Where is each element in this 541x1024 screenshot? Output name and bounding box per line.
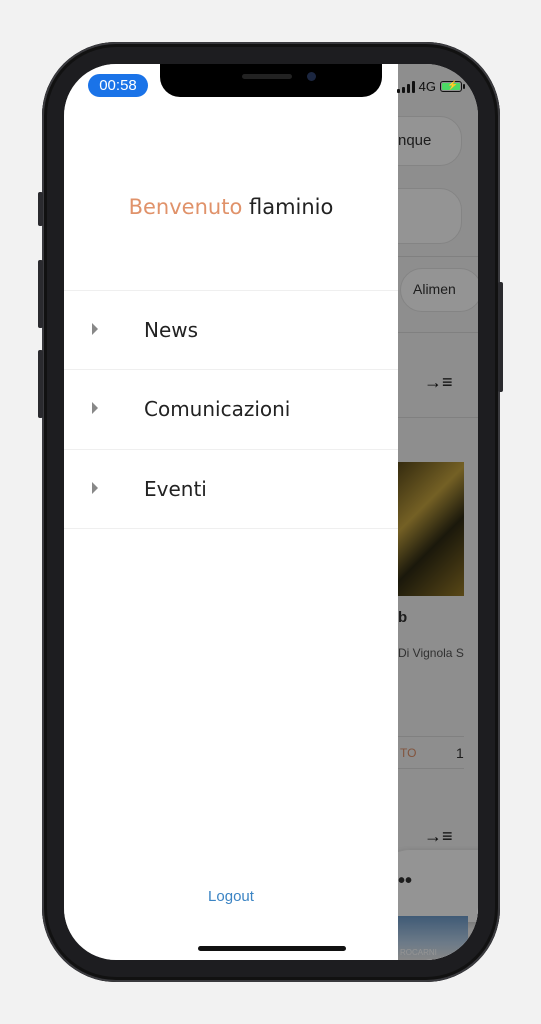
front-camera (307, 72, 316, 81)
caret-right-icon (92, 482, 98, 494)
notch (160, 64, 382, 97)
menu-item-label: Eventi (144, 477, 207, 501)
volume-down-button (38, 350, 43, 418)
menu-item-comunicazioni[interactable]: Comunicazioni (64, 369, 398, 449)
signal-icon (396, 80, 415, 93)
menu-item-label: News (144, 318, 199, 342)
menu-item-eventi[interactable]: Eventi (64, 449, 398, 529)
power-button (498, 282, 503, 392)
welcome-greeting: Benvenuto (128, 195, 243, 219)
phone-screen: nque Alimen →≡ b Di Vignola S TO 1 →≡ ••… (64, 64, 478, 960)
menu-item-label: Comunicazioni (144, 397, 291, 421)
status-indicators: 4G ⚡ (396, 79, 465, 94)
caret-right-icon (92, 402, 98, 414)
welcome-username: flaminio (248, 195, 334, 219)
status-time: 00:58 (88, 74, 148, 97)
network-type: 4G (418, 79, 436, 94)
menu-item-news[interactable]: News (64, 290, 398, 370)
menu-divider (64, 528, 398, 529)
mute-switch (38, 192, 43, 226)
home-indicator[interactable] (198, 946, 346, 951)
logout-link[interactable]: Logout (64, 888, 398, 905)
speaker-grille (242, 74, 292, 79)
caret-right-icon (92, 323, 98, 335)
volume-up-button (38, 260, 43, 328)
battery-charging-icon: ⚡ (440, 80, 465, 92)
welcome-message: Benvenuto flaminio (64, 195, 398, 219)
navigation-drawer: Benvenuto flaminio News Comunicazioni Ev… (64, 64, 398, 960)
